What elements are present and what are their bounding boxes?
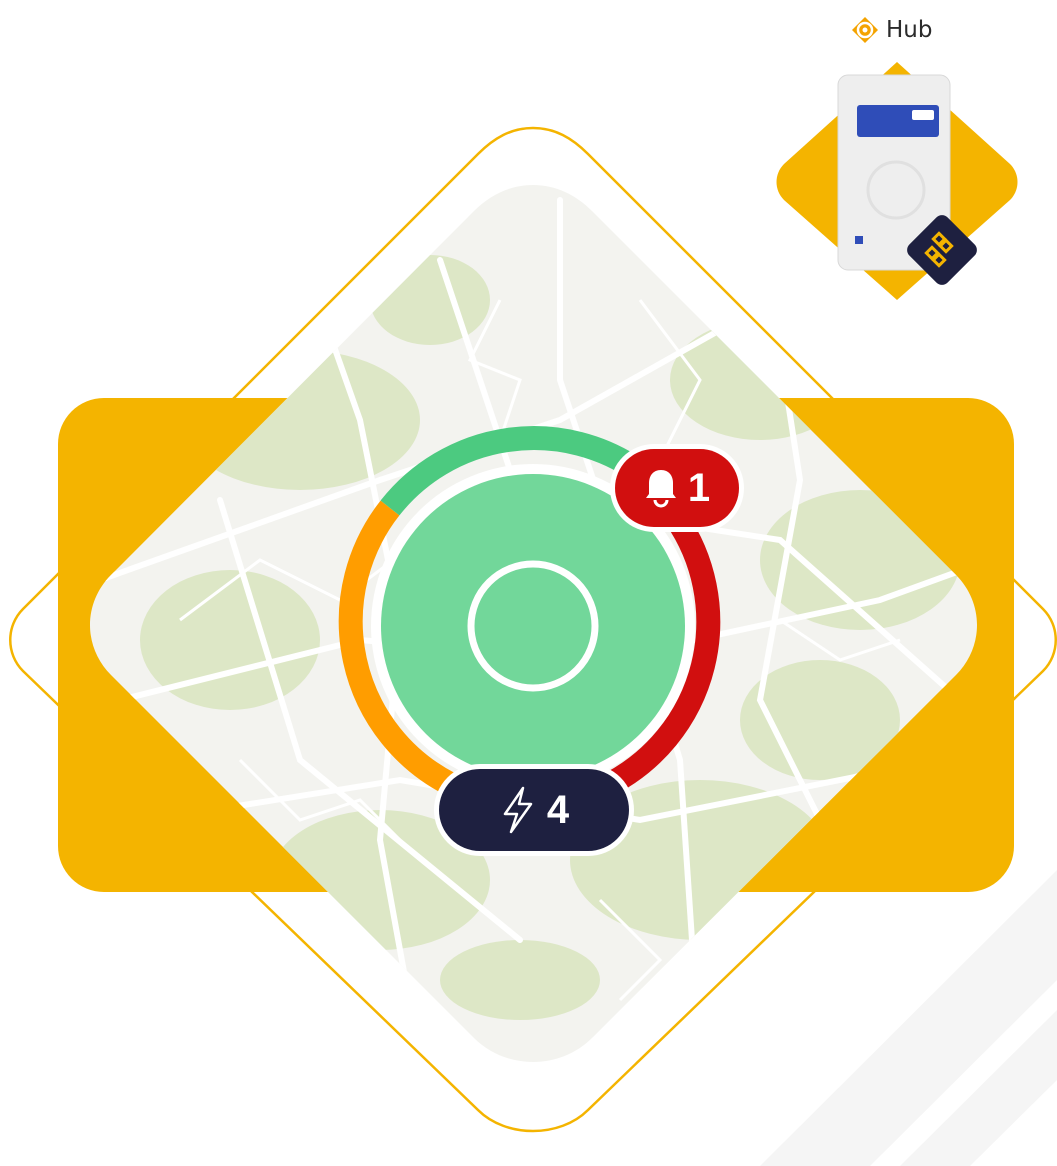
energy-count: 4 xyxy=(546,787,570,832)
energy-badge[interactable]: 4 xyxy=(434,764,634,856)
stage xyxy=(9,62,1057,1166)
swirl-logo-icon xyxy=(852,17,878,43)
alert-count: 1 xyxy=(687,465,711,510)
background-swoosh xyxy=(760,870,1057,1166)
hub-title: Hub xyxy=(850,10,932,50)
lightning-icon xyxy=(503,786,533,834)
hub-label: Hub xyxy=(886,17,933,43)
alert-badge[interactable]: 1 xyxy=(610,444,744,532)
hub-card[interactable] xyxy=(776,62,1018,300)
bell-icon xyxy=(645,470,676,508)
